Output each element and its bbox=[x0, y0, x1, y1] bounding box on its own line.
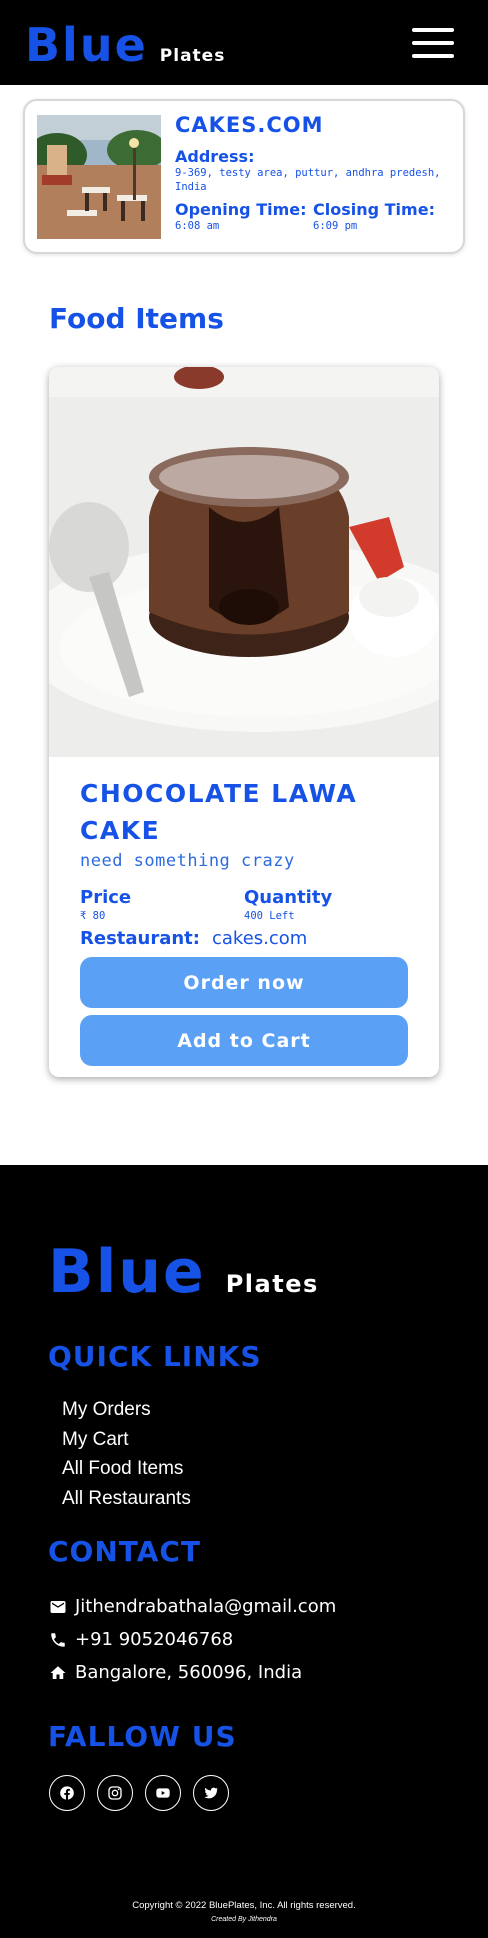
social-links bbox=[49, 1775, 241, 1811]
restaurant-label: Restaurant: bbox=[80, 928, 200, 949]
food-image bbox=[49, 367, 439, 757]
phone-icon bbox=[51, 1632, 65, 1647]
address-value: 9-369, testy area, puttur, andhra predes… bbox=[175, 167, 441, 193]
quick-link-my-orders[interactable]: My Orders bbox=[62, 1395, 191, 1425]
closing-time-value: 6:09 pm bbox=[313, 220, 358, 232]
opening-time-label: Opening Time: bbox=[175, 200, 307, 219]
food-description: need something crazy bbox=[80, 851, 295, 871]
price-quantity-row: Price ₹ 80 Quantity 400 Left bbox=[80, 887, 408, 922]
home-icon bbox=[50, 1665, 66, 1679]
contact-phone[interactable]: +91 9052046768 bbox=[49, 1623, 336, 1656]
twitter-icon[interactable] bbox=[193, 1775, 229, 1811]
add-to-cart-button[interactable]: Add to Cart bbox=[80, 1015, 408, 1066]
price-label: Price bbox=[80, 887, 132, 908]
menu-line bbox=[412, 28, 454, 32]
price-value: ₹ 80 bbox=[80, 910, 106, 922]
site-header: Blue Plates bbox=[0, 0, 488, 85]
footer-brand-name: Blue bbox=[48, 1237, 206, 1307]
contact-list: Jithendrabathala@gmail.com +91 905204676… bbox=[49, 1590, 336, 1689]
footer-brand-subtitle: Plates bbox=[225, 1270, 319, 1298]
facebook-icon[interactable] bbox=[49, 1775, 85, 1811]
email-text: Jithendrabathala@gmail.com bbox=[75, 1596, 337, 1617]
quantity-value: 400 Left bbox=[244, 910, 295, 922]
copyright-text: Copyright © 2022 BluePlates, Inc. All ri… bbox=[132, 1900, 356, 1911]
restaurant-name[interactable]: CAKES.COM bbox=[175, 113, 455, 137]
created-by-text: Created By Jithendra bbox=[211, 1916, 277, 1923]
restaurant-image bbox=[37, 115, 161, 239]
restaurant-card[interactable]: CAKES.COM Address: 9-369, testy area, pu… bbox=[23, 99, 465, 254]
quick-link-all-restaurants[interactable]: All Restaurants bbox=[62, 1484, 191, 1514]
brand-logo[interactable]: Blue Plates bbox=[25, 18, 225, 72]
quick-link-all-food-items[interactable]: All Food Items bbox=[62, 1454, 191, 1484]
food-details: CHOCOLATE LAWA CAKE need something crazy… bbox=[80, 775, 408, 1066]
footer-brand-logo[interactable]: Blue Plates bbox=[48, 1237, 319, 1307]
hamburger-menu-icon[interactable] bbox=[412, 28, 454, 60]
hours: Opening Time: 6:08 am Closing Time: 6:09… bbox=[175, 200, 455, 233]
quick-link-my-cart[interactable]: My Cart bbox=[62, 1425, 191, 1455]
order-now-button[interactable]: Order now bbox=[80, 957, 408, 1008]
menu-line bbox=[412, 41, 454, 45]
opening-time-value: 6:08 am bbox=[175, 220, 220, 232]
brand-name: Blue bbox=[25, 18, 148, 72]
youtube-icon[interactable] bbox=[145, 1775, 181, 1811]
quantity-label: Quantity bbox=[244, 887, 333, 908]
follow-us-heading: FALLOW US bbox=[48, 1720, 237, 1753]
instagram-icon[interactable] bbox=[97, 1775, 133, 1811]
address-label: Address: bbox=[175, 147, 255, 166]
contact-email[interactable]: Jithendrabathala@gmail.com bbox=[49, 1590, 336, 1623]
site-footer: Blue Plates QUICK LINKS My Orders My Car… bbox=[0, 1165, 488, 1938]
quantity-block: Quantity 400 Left bbox=[244, 887, 408, 922]
price-block: Price ₹ 80 bbox=[80, 887, 244, 922]
food-item-card: CHOCOLATE LAWA CAKE need something crazy… bbox=[49, 367, 439, 1077]
contact-address: Bangalore, 560096, India bbox=[49, 1656, 336, 1689]
contact-heading: CONTACT bbox=[48, 1535, 202, 1568]
restaurant-line: Restaurant: cakes.com bbox=[80, 928, 408, 949]
brand-subtitle: Plates bbox=[159, 46, 226, 66]
opening-time-block: Opening Time: 6:08 am bbox=[175, 200, 313, 233]
quick-links-list: My Orders My Cart All Food Items All Res… bbox=[62, 1395, 191, 1513]
phone-text: +91 9052046768 bbox=[75, 1629, 234, 1650]
restaurant-info: CAKES.COM Address: 9-369, testy area, pu… bbox=[175, 113, 455, 233]
email-icon bbox=[50, 1600, 66, 1613]
quick-links-heading: QUICK LINKS bbox=[48, 1340, 262, 1373]
menu-line bbox=[412, 54, 454, 58]
restaurant-link[interactable]: cakes.com bbox=[212, 928, 307, 949]
closing-time-label: Closing Time: bbox=[313, 200, 435, 219]
section-title: Food Items bbox=[49, 302, 224, 335]
food-name: CHOCOLATE LAWA CAKE bbox=[80, 779, 358, 845]
closing-time-block: Closing Time: 6:09 pm bbox=[313, 200, 451, 233]
address-text: Bangalore, 560096, India bbox=[75, 1662, 303, 1683]
